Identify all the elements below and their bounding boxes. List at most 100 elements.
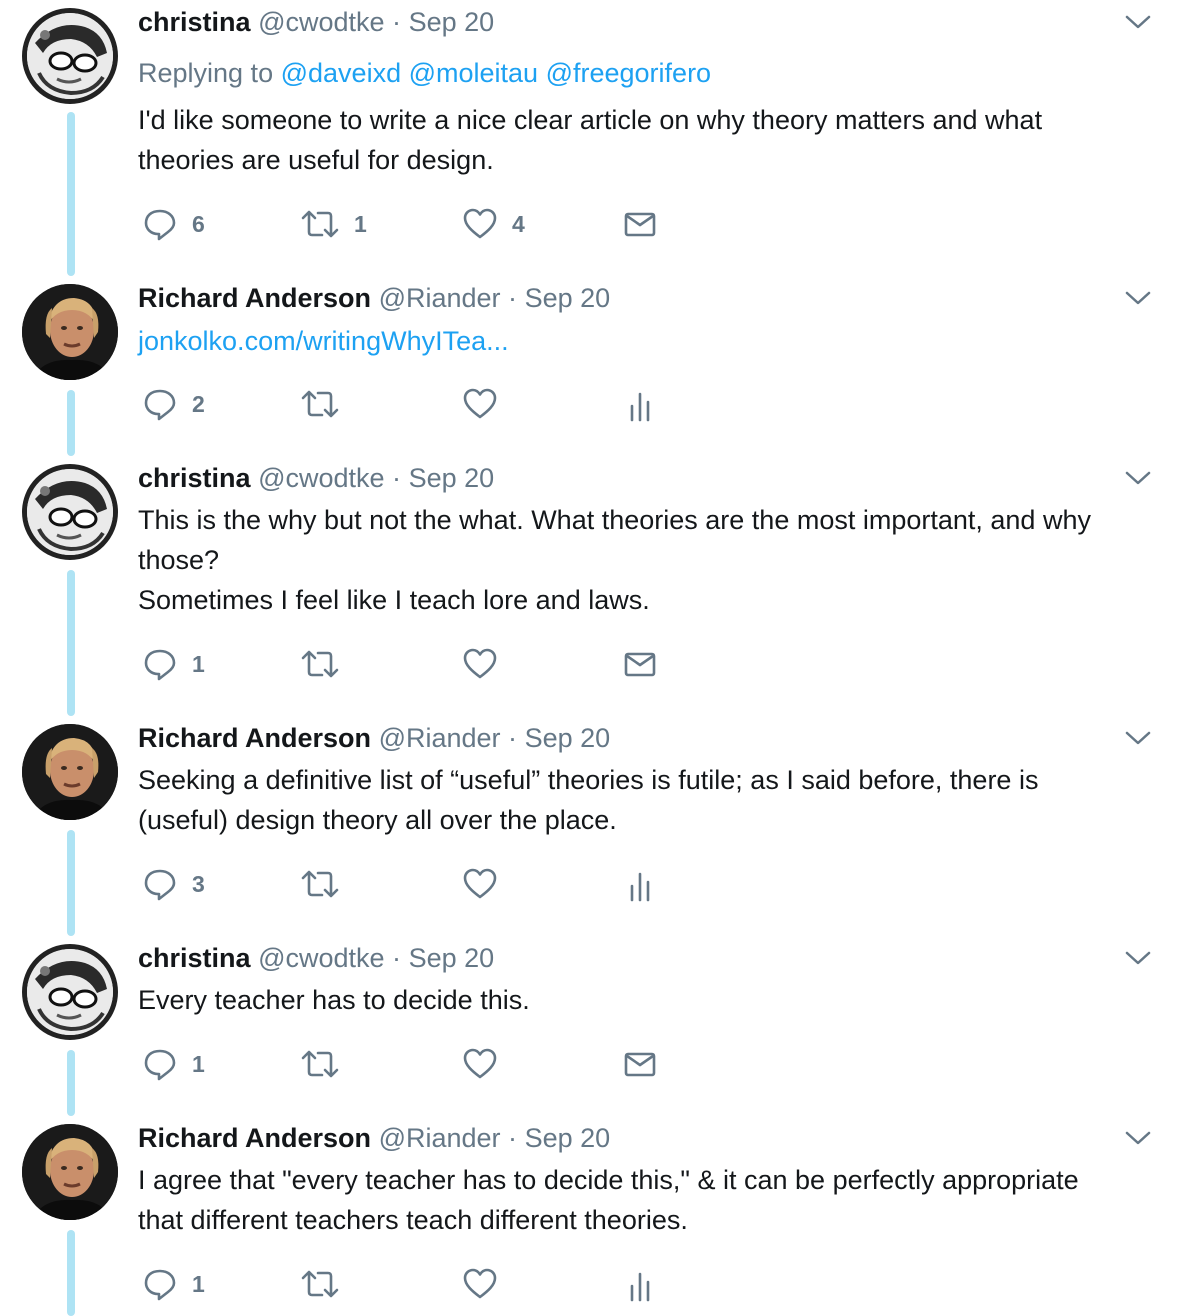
tweet-text: Every teacher has to decide this. <box>138 980 1168 1020</box>
retweet-button[interactable] <box>300 384 354 424</box>
analytics-icon <box>630 1272 650 1302</box>
retweet-count: 1 <box>354 210 367 237</box>
author-handle[interactable]: @Riander <box>379 723 501 753</box>
author-handle[interactable]: @cwodtke <box>258 943 384 973</box>
reply-button[interactable]: 2 <box>142 384 205 424</box>
avatar[interactable] <box>22 1124 118 1220</box>
chevron-down-icon[interactable] <box>1123 948 1153 968</box>
reply-icon <box>144 869 176 901</box>
tweet-header: Richard Anderson @Riander · Sep 20 <box>138 1121 610 1155</box>
retweet-button[interactable] <box>300 864 354 904</box>
author-name[interactable]: christina <box>138 463 251 493</box>
avatar[interactable] <box>22 724 118 820</box>
tweet-actions: 1 <box>138 1264 678 1304</box>
text-line: that different teachers teach different … <box>138 1205 688 1235</box>
tweet-link[interactable]: jonkolko.com/writingWhyITea... <box>138 324 509 358</box>
avatar[interactable] <box>22 8 118 104</box>
avatar[interactable] <box>22 944 118 1040</box>
chevron-down-icon[interactable] <box>1123 12 1153 32</box>
reply-icon <box>144 209 176 241</box>
analytics-button[interactable] <box>622 384 658 424</box>
retweet-button[interactable] <box>300 1264 354 1304</box>
retweet-button[interactable]: 1 <box>300 204 367 244</box>
tweet-actions: 3 <box>138 864 678 904</box>
tweet[interactable]: Richard Anderson @Riander · Sep 20 Seeki… <box>0 716 1192 932</box>
avatar-photo-richard <box>22 284 118 380</box>
tweet[interactable]: christina @cwodtke · Sep 20 Every teache… <box>0 936 1192 1112</box>
author-handle[interactable]: @Riander <box>379 283 501 313</box>
author-name[interactable]: christina <box>138 7 251 37</box>
reply-count: 1 <box>192 1270 205 1297</box>
tweet-date[interactable]: Sep 20 <box>525 723 611 753</box>
mention-link[interactable]: @daveixd <box>281 58 401 88</box>
text-line: (useful) design theory all over the plac… <box>138 805 617 835</box>
chevron-down-icon[interactable] <box>1123 468 1153 488</box>
tweet-actions: 1 <box>138 644 678 684</box>
heart-icon <box>463 868 497 899</box>
avatar-photo-richard <box>22 1124 118 1220</box>
analytics-button[interactable] <box>622 1264 658 1304</box>
tweet-date[interactable]: Sep 20 <box>525 283 611 313</box>
direct-message-button[interactable] <box>622 204 658 244</box>
reply-button[interactable]: 3 <box>142 864 205 904</box>
dm-envelope-icon <box>624 652 656 677</box>
tweet-date[interactable]: Sep 20 <box>409 463 495 493</box>
text-line: I'd like someone to write a nice clear a… <box>138 105 1043 135</box>
tweet-date[interactable]: Sep 20 <box>525 1123 611 1153</box>
reply-icon <box>144 1269 176 1301</box>
separator-dot: · <box>508 283 518 313</box>
reply-icon <box>144 649 176 681</box>
author-handle[interactable]: @Riander <box>379 1123 501 1153</box>
author-handle[interactable]: @cwodtke <box>258 7 384 37</box>
reply-button[interactable]: 1 <box>142 644 205 684</box>
tweet-date[interactable]: Sep 20 <box>409 7 495 37</box>
chevron-down-icon[interactable] <box>1123 1128 1153 1148</box>
tweet[interactable]: Richard Anderson @Riander · Sep 20 I agr… <box>0 1116 1192 1316</box>
chevron-down-icon[interactable] <box>1123 288 1153 308</box>
author-name[interactable]: Richard Anderson <box>138 1123 371 1153</box>
like-button[interactable]: 4 <box>462 204 525 244</box>
like-button[interactable] <box>462 384 512 424</box>
like-button[interactable] <box>462 1264 512 1304</box>
like-button[interactable] <box>462 864 512 904</box>
avatar-illustration-christina <box>27 949 113 1035</box>
tweet-header: christina @cwodtke · Sep 20 <box>138 5 494 39</box>
avatar[interactable] <box>22 464 118 560</box>
retweet-button[interactable] <box>300 644 354 684</box>
mention-link[interactable]: @freegorifero <box>546 58 711 88</box>
tweet-header: christina @cwodtke · Sep 20 <box>138 461 494 495</box>
tweet-text: Seeking a definitive list of “useful” th… <box>138 760 1168 840</box>
reply-count: 3 <box>192 870 205 897</box>
retweet-button[interactable] <box>300 1044 354 1084</box>
direct-message-button[interactable] <box>622 644 658 684</box>
reply-icon <box>144 389 176 421</box>
reply-button[interactable]: 1 <box>142 1044 205 1084</box>
direct-message-button[interactable] <box>622 1044 658 1084</box>
text-line: Seeking a definitive list of “useful” th… <box>138 765 1039 795</box>
author-name[interactable]: Richard Anderson <box>138 283 371 313</box>
reply-button[interactable]: 1 <box>142 1264 205 1304</box>
tweet-text: This is the why but not the what. What t… <box>138 500 1168 620</box>
replying-to: Replying to @daveixd @moleitau @freegori… <box>138 56 711 90</box>
author-name[interactable]: christina <box>138 943 251 973</box>
retweet-icon <box>301 1270 339 1298</box>
separator-dot: · <box>508 723 518 753</box>
chevron-down-icon[interactable] <box>1123 728 1153 748</box>
analytics-button[interactable] <box>622 864 658 904</box>
avatar[interactable] <box>22 284 118 380</box>
like-button[interactable] <box>462 644 512 684</box>
tweet[interactable]: christina @cwodtke · Sep 20 Replying to … <box>0 0 1192 270</box>
like-button[interactable] <box>462 1044 512 1084</box>
analytics-icon <box>630 872 650 902</box>
reply-button[interactable]: 6 <box>142 204 205 244</box>
tweet-date[interactable]: Sep 20 <box>409 943 495 973</box>
author-name[interactable]: Richard Anderson <box>138 723 371 753</box>
tweet[interactable]: christina @cwodtke · Sep 20 This is the … <box>0 456 1192 712</box>
retweet-icon <box>301 390 339 418</box>
tweet-actions: 1 <box>138 1044 678 1084</box>
tweet-text: I agree that "every teacher has to decid… <box>138 1160 1168 1240</box>
author-handle[interactable]: @cwodtke <box>258 463 384 493</box>
tweet[interactable]: Richard Anderson @Riander · Sep 20 jonko… <box>0 276 1192 452</box>
mention-link[interactable]: @moleitau <box>409 58 538 88</box>
heart-icon <box>463 1268 497 1299</box>
